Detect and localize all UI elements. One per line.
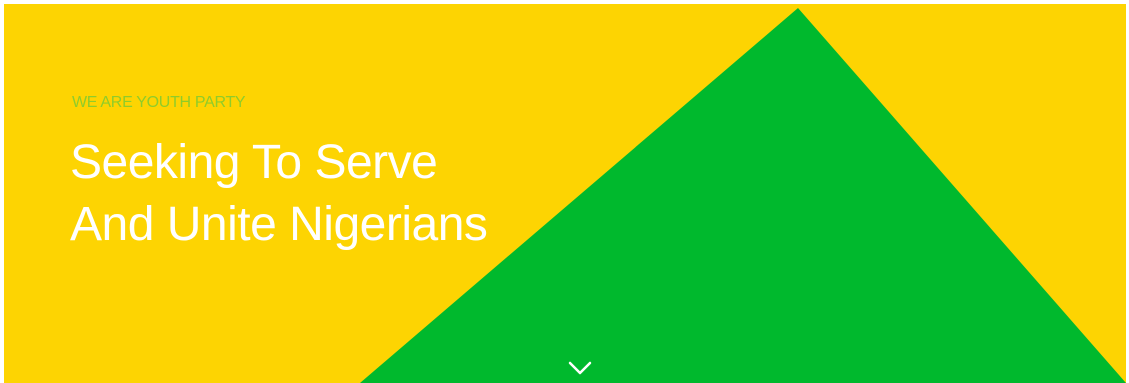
- hero-headline: Seeking To Serve And Unite Nigerians: [70, 132, 488, 256]
- scroll-down-button[interactable]: [565, 358, 595, 378]
- headline-line-2: And Unite Nigerians: [70, 198, 488, 251]
- hero-eyebrow: WE ARE YOUTH PARTY: [72, 94, 246, 111]
- headline-line-1: Seeking To Serve: [70, 136, 438, 189]
- chevron-down-icon: [568, 361, 592, 375]
- hero-banner: WE ARE YOUTH PARTY Seeking To Serve And …: [4, 4, 1126, 383]
